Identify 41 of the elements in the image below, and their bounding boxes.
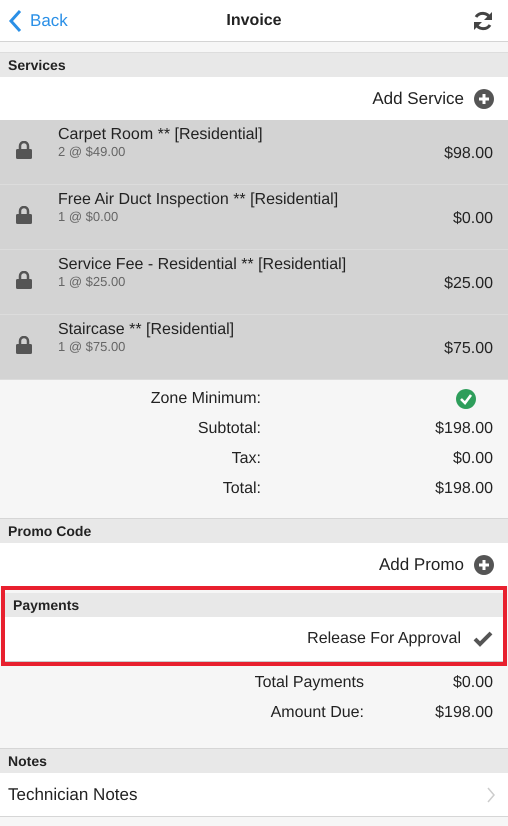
total-label: Zone Minimum: [150,390,261,408]
service-quantity: 1 @ $75.00 [58,339,126,354]
add-promo-button[interactable]: Add Promo [378,554,494,574]
service-name: Service Fee - Residential ** [Residential] [58,256,348,274]
refresh-icon[interactable] [472,10,494,32]
service-row[interactable]: Service Fee - Residential ** [Residential] 1 @ $25.00 $25.00 [0,250,508,315]
total-label: Tax: [230,450,261,468]
service-name: Free Air Duct Inspection ** [Residential] [58,191,340,209]
payment-value: $0.00 [452,674,494,692]
service-amount: $0.00 [452,209,494,228]
service-row[interactable]: Free Air Duct Inspection ** [Residential] 1 @ $0.00 $0.00 [0,185,508,250]
technician-notes-item[interactable]: Technician Notes [0,773,508,817]
section-header: Promo Code [8,523,92,539]
add-service-button[interactable]: Add Service [372,88,494,108]
payment-label: Total Payments [254,674,364,692]
service-amount: $25.00 [444,274,494,293]
service-name: Carpet Room ** [Residential] [58,126,264,144]
total-value: $0.00 [452,450,493,468]
service-amount: $75.00 [444,339,494,358]
plus-icon [474,554,494,574]
service-quantity: 1 @ $25.00 [58,274,126,289]
service-quantity: 2 @ $49.00 [58,144,126,159]
plus-icon [474,88,494,108]
section-header: Notes [8,753,47,769]
release-for-approval-button[interactable]: Release For Approval [307,630,493,648]
service-row[interactable]: Carpet Room ** [Residential] 2 @ $49.00 $98.00 [0,120,508,185]
section-header: Services [8,57,66,73]
payment-label: Amount Due: [270,704,364,722]
total-label: Total: [222,480,261,498]
service-amount: $98.00 [444,144,494,163]
total-label: Subtotal: [196,420,261,438]
service-quantity: 1 @ $0.00 [58,209,120,224]
back-chevron-icon [8,8,22,32]
payment-value: $198.00 [434,704,494,722]
total-value: $198.00 [435,480,493,498]
section-header: Payments [13,597,80,613]
chevron-right-icon [486,786,496,802]
page-title: Invoice [226,12,282,30]
service-name: Staircase ** [Residential] [58,321,236,339]
service-row[interactable]: Staircase ** [Residential] 1 @ $75.00 $75.00 [0,315,508,380]
total-value: $198.00 [435,420,493,438]
